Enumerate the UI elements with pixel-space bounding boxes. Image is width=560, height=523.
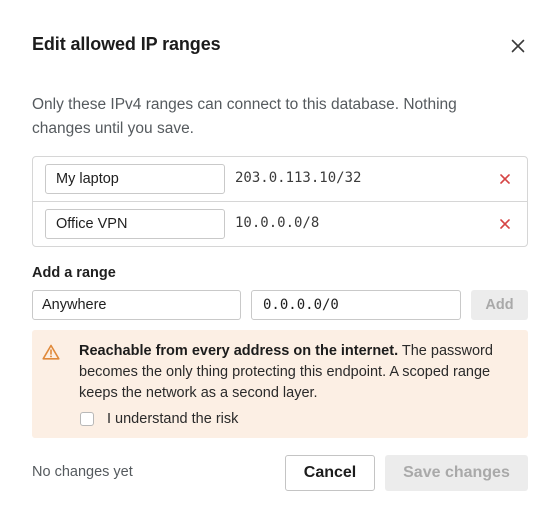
range-cidr: 10.0.0.0/8: [235, 215, 320, 231]
remove-range-button[interactable]: [495, 214, 515, 234]
edit-ip-ranges-dialog: Edit allowed IP ranges Only these IPv4 r…: [0, 0, 560, 523]
add-range-label: Add a range: [32, 265, 116, 281]
warning-message: Reachable from every address on the inte…: [79, 341, 509, 404]
change-status: No changes yet: [32, 464, 133, 480]
range-name-input[interactable]: [45, 164, 225, 194]
close-button[interactable]: [508, 36, 528, 56]
open-range-warning: Reachable from every address on the inte…: [32, 330, 528, 438]
remove-range-button[interactable]: [495, 169, 515, 189]
ip-range-row: 203.0.113.10/32: [33, 157, 527, 201]
remove-x-icon: [500, 219, 510, 229]
range-name-input[interactable]: [45, 209, 225, 239]
warning-triangle-icon: [42, 344, 60, 360]
ip-range-list: 203.0.113.10/32 10.0.0.0/8: [32, 156, 528, 247]
remove-x-icon: [500, 174, 510, 184]
save-changes-button[interactable]: Save changes: [385, 455, 528, 491]
warning-title: Reachable from every address on the inte…: [79, 343, 399, 359]
range-cidr: 203.0.113.10/32: [235, 170, 362, 186]
cancel-button[interactable]: Cancel: [285, 455, 375, 491]
checkbox-box[interactable]: [80, 412, 94, 426]
ip-range-row: 10.0.0.0/8: [33, 201, 527, 245]
close-icon: [511, 39, 525, 53]
acknowledge-risk-checkbox[interactable]: I understand the risk: [80, 411, 238, 427]
acknowledge-risk-label: I understand the risk: [107, 411, 239, 427]
dialog-title: Edit allowed IP ranges: [32, 34, 221, 54]
new-range-cidr-input[interactable]: [251, 290, 461, 320]
add-range-button[interactable]: Add: [471, 290, 528, 320]
new-range-name-input[interactable]: [32, 290, 241, 320]
dialog-description: Only these IPv4 ranges can connect to th…: [32, 96, 457, 137]
